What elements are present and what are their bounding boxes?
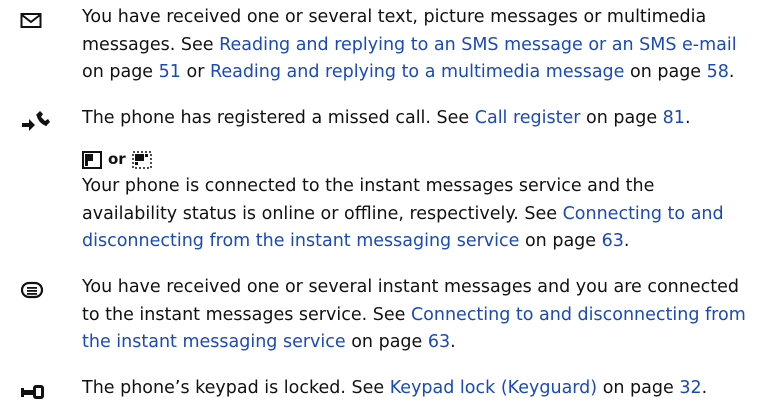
link-page-51[interactable]: 51 bbox=[159, 62, 181, 82]
im-offline-icon bbox=[131, 150, 152, 169]
description-text: The phone’s keypad is locked. See bbox=[82, 378, 390, 398]
page-ref-text: on page bbox=[624, 62, 707, 82]
instant-message-icon bbox=[20, 281, 48, 305]
entry-description: You have received one or several instant… bbox=[82, 274, 750, 357]
link-page-58[interactable]: 58 bbox=[707, 62, 729, 82]
entry-description: The phone’s keypad is locked. See Keypad… bbox=[82, 375, 750, 403]
link-page-81[interactable]: 81 bbox=[663, 108, 685, 128]
keypad-lock-icon bbox=[20, 382, 48, 406]
connector-text: or bbox=[180, 62, 210, 82]
entry-description: The phone has registered a missed call. … bbox=[82, 105, 750, 133]
page-ref-text: on page bbox=[597, 378, 680, 398]
link-page-32[interactable]: 32 bbox=[679, 378, 701, 398]
im-online-icon bbox=[82, 150, 102, 169]
link-call-register[interactable]: Call register bbox=[475, 108, 581, 128]
description-text: The phone has registered a missed call. … bbox=[82, 108, 475, 128]
period-text: . bbox=[728, 62, 735, 82]
link-keypad-lock[interactable]: Keypad lock (Keyguard) bbox=[390, 378, 597, 398]
entry-description: You have received one or several text, p… bbox=[82, 4, 750, 87]
page-ref-text: on page bbox=[82, 62, 159, 82]
link-reading-mms[interactable]: Reading and replying to a multimedia mes… bbox=[210, 62, 624, 82]
entry-description: or Your phone is connected to the instan… bbox=[82, 146, 750, 256]
page-ref-text: on page bbox=[580, 108, 663, 128]
period-text: . bbox=[684, 108, 691, 128]
status-icons-row: or bbox=[82, 146, 750, 173]
envelope-icon bbox=[20, 12, 48, 36]
page-ref-text: on page bbox=[519, 231, 602, 251]
period-text: . bbox=[450, 332, 456, 352]
period-text: . bbox=[701, 378, 708, 398]
missed-call-icon bbox=[20, 109, 50, 133]
link-page-63[interactable]: 63 bbox=[428, 332, 450, 352]
period-text: . bbox=[623, 231, 630, 251]
page-ref-text: on page bbox=[345, 332, 428, 352]
or-label: or bbox=[108, 149, 126, 168]
link-page-63[interactable]: 63 bbox=[602, 231, 624, 251]
link-reading-sms[interactable]: Reading and replying to an SMS message o… bbox=[219, 35, 737, 55]
